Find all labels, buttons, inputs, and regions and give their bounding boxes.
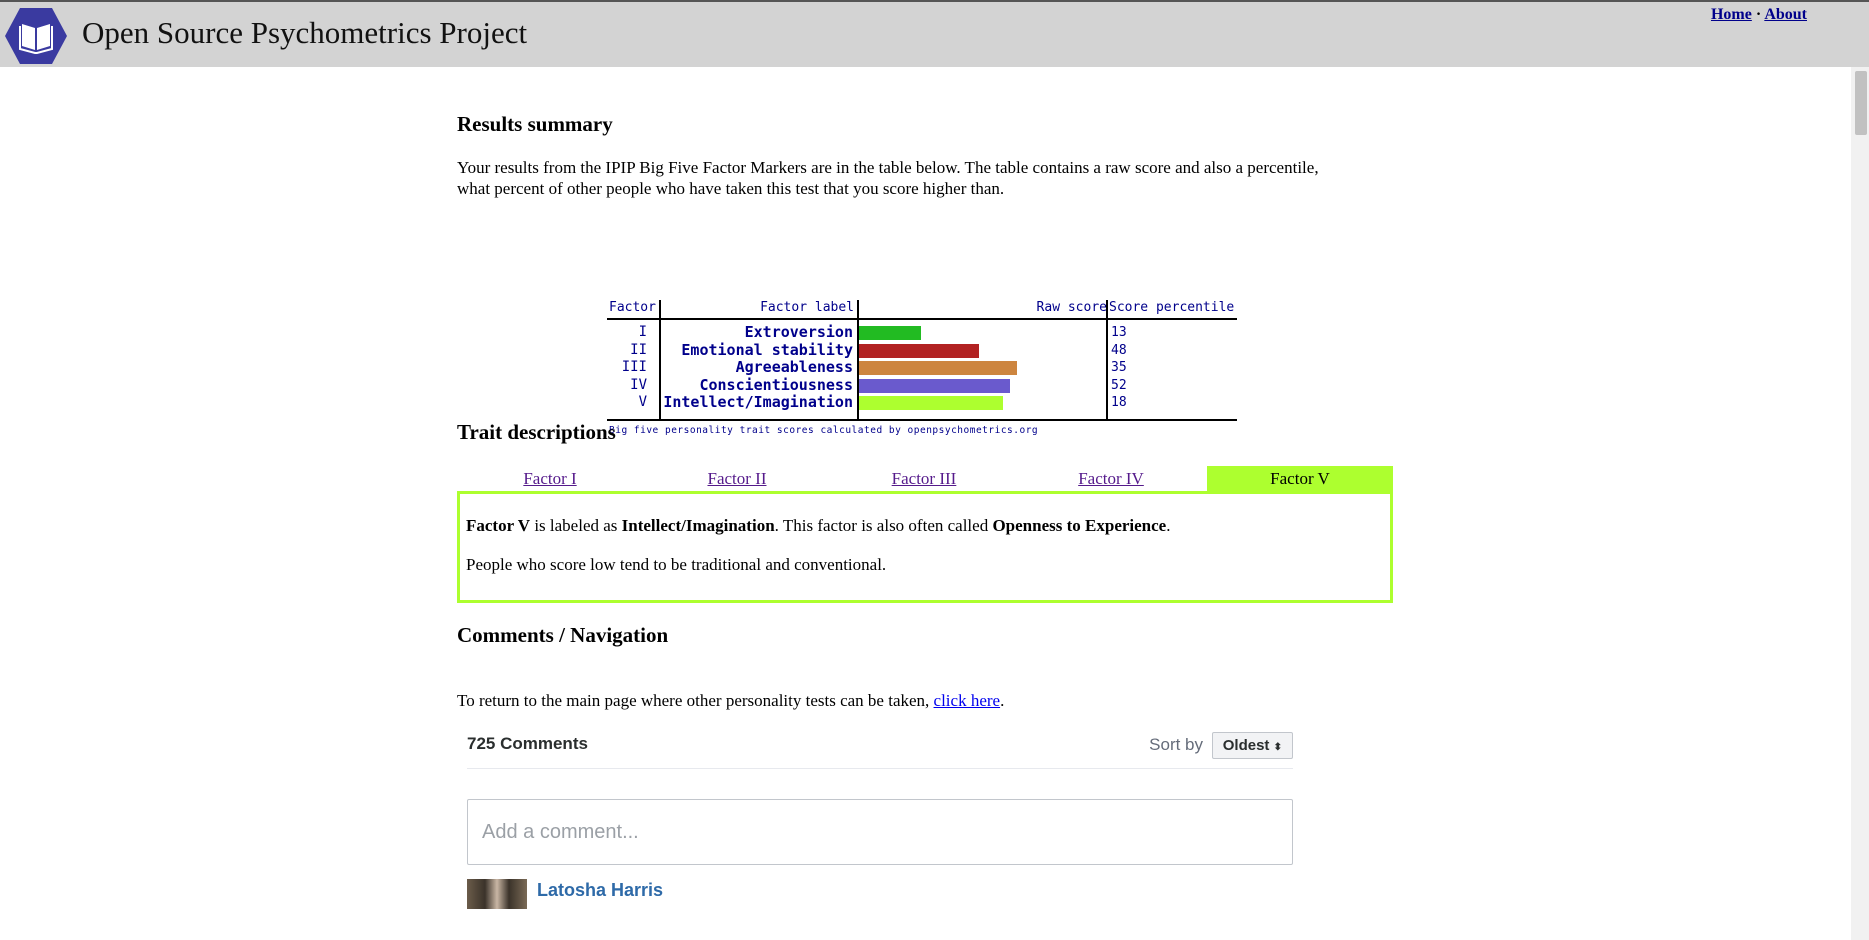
home-link[interactable]: Home <box>1711 6 1752 23</box>
scrollbar-thumb[interactable] <box>1855 71 1867 135</box>
link-separator: · <box>1755 6 1762 23</box>
col-header-factor: Factor <box>609 300 656 315</box>
chart-bottom-rule <box>607 419 1237 421</box>
chart-header-rule <box>607 318 1237 320</box>
results-intro-line2: what percent of other people who have ta… <box>457 179 1005 198</box>
about-link[interactable]: About <box>1764 6 1807 23</box>
tab-factor-1[interactable]: Factor I <box>457 466 643 491</box>
factor-roman: V <box>638 394 647 411</box>
avatar[interactable] <box>467 879 527 909</box>
tab-factor-3[interactable]: Factor III <box>831 466 1017 491</box>
comments-nav-heading: Comments / Navigation <box>457 623 669 647</box>
factor-tabs: Factor I Factor II Factor III Factor IV … <box>457 466 1393 491</box>
tab-factor-3-link[interactable]: Factor III <box>892 469 957 488</box>
factor-label: Conscientiousness <box>699 375 853 394</box>
sort-select[interactable]: Oldest ⬍ <box>1211 732 1293 759</box>
tab-factor-1-link[interactable]: Factor I <box>523 469 576 488</box>
desc-alt-name: Openness to Experience <box>992 516 1167 535</box>
factor-roman: II <box>630 341 647 358</box>
score-percentile: 35 <box>1111 360 1127 376</box>
comment-count: 725 Comments <box>467 734 588 753</box>
tab-factor-2[interactable]: Factor II <box>644 466 830 491</box>
score-percentile: 48 <box>1111 342 1127 358</box>
tab-factor-4-link[interactable]: Factor IV <box>1078 469 1144 488</box>
desc-text-3: . <box>1166 516 1171 535</box>
factor-roman: III <box>621 359 647 376</box>
factor-roman: I <box>638 324 647 340</box>
factor-label: Extroversion <box>744 323 853 341</box>
tab-factor-5[interactable]: Factor V <box>1207 466 1393 491</box>
score-bar <box>859 396 1003 411</box>
top-bar: Open Source Psychometrics Project Home ·… <box>0 0 1869 67</box>
comments-divider <box>467 768 1293 769</box>
score-bar <box>859 343 979 358</box>
sort-arrows-icon: ⬍ <box>1273 742 1282 753</box>
desc-factor-name: Factor V <box>466 516 531 535</box>
return-end: . <box>1000 691 1005 710</box>
desc-text-1: is labeled as <box>530 516 622 535</box>
factor-label: Intellect/Imagination <box>663 393 853 412</box>
col-header-raw-score: Raw score <box>1036 300 1107 315</box>
sort-label: Sort by <box>1149 735 1204 754</box>
factor-roman: IV <box>630 376 647 393</box>
return-paragraph: To return to the main page where other p… <box>457 690 1004 711</box>
comment-author-name[interactable]: Latosha Harris <box>537 880 663 901</box>
book-logo-icon[interactable] <box>4 6 68 66</box>
results-heading: Results summary <box>457 112 613 136</box>
chart-credit: Big five personality trait scores calcul… <box>609 425 1039 436</box>
factor-label: Agreeableness <box>735 358 853 377</box>
desc-factor-label: Intellect/Imagination <box>621 516 775 535</box>
site-title: Open Source Psychometrics Project <box>82 15 528 50</box>
sort-value: Oldest <box>1222 737 1270 754</box>
factor-description-line2: People who score low tend to be traditio… <box>466 555 887 574</box>
factor-description-panel: Factor V is labeled as Intellect/Imagina… <box>457 491 1393 603</box>
click-here-link[interactable]: click here <box>934 691 1001 710</box>
score-percentile: 52 <box>1111 377 1127 393</box>
col-header-score-percentile: Score percentile <box>1109 300 1235 315</box>
score-bar <box>859 378 1011 393</box>
big-five-chart: Factor Factor label Raw score Score perc… <box>607 230 1237 445</box>
desc-text-2: . This factor is also often called <box>774 516 993 535</box>
score-percentile: 13 <box>1111 325 1127 340</box>
return-text: To return to the main page where other p… <box>457 691 934 710</box>
results-intro: Your results from the IPIP Big Five Fact… <box>457 157 1393 199</box>
traits-heading: Trait descriptions <box>457 420 616 444</box>
tab-factor-2-link[interactable]: Factor II <box>707 469 766 488</box>
comment-input[interactable]: Add a comment... <box>467 799 1293 865</box>
page-scrollbar[interactable] <box>1851 67 1869 940</box>
results-intro-line1: Your results from the IPIP Big Five Fact… <box>457 158 1319 177</box>
tab-factor-4[interactable]: Factor IV <box>1018 466 1204 491</box>
factor-label: Emotional stability <box>681 340 853 359</box>
top-links: Home · About <box>1711 6 1807 24</box>
sort-control: Sort by Oldest ⬍ <box>1149 732 1293 759</box>
score-bar <box>859 326 922 340</box>
score-bar <box>859 361 1018 376</box>
col-header-factor-label: Factor label <box>760 300 854 315</box>
factor-description-line1: Factor V is labeled as Intellect/Imagina… <box>466 516 1170 536</box>
score-percentile: 18 <box>1111 395 1127 411</box>
